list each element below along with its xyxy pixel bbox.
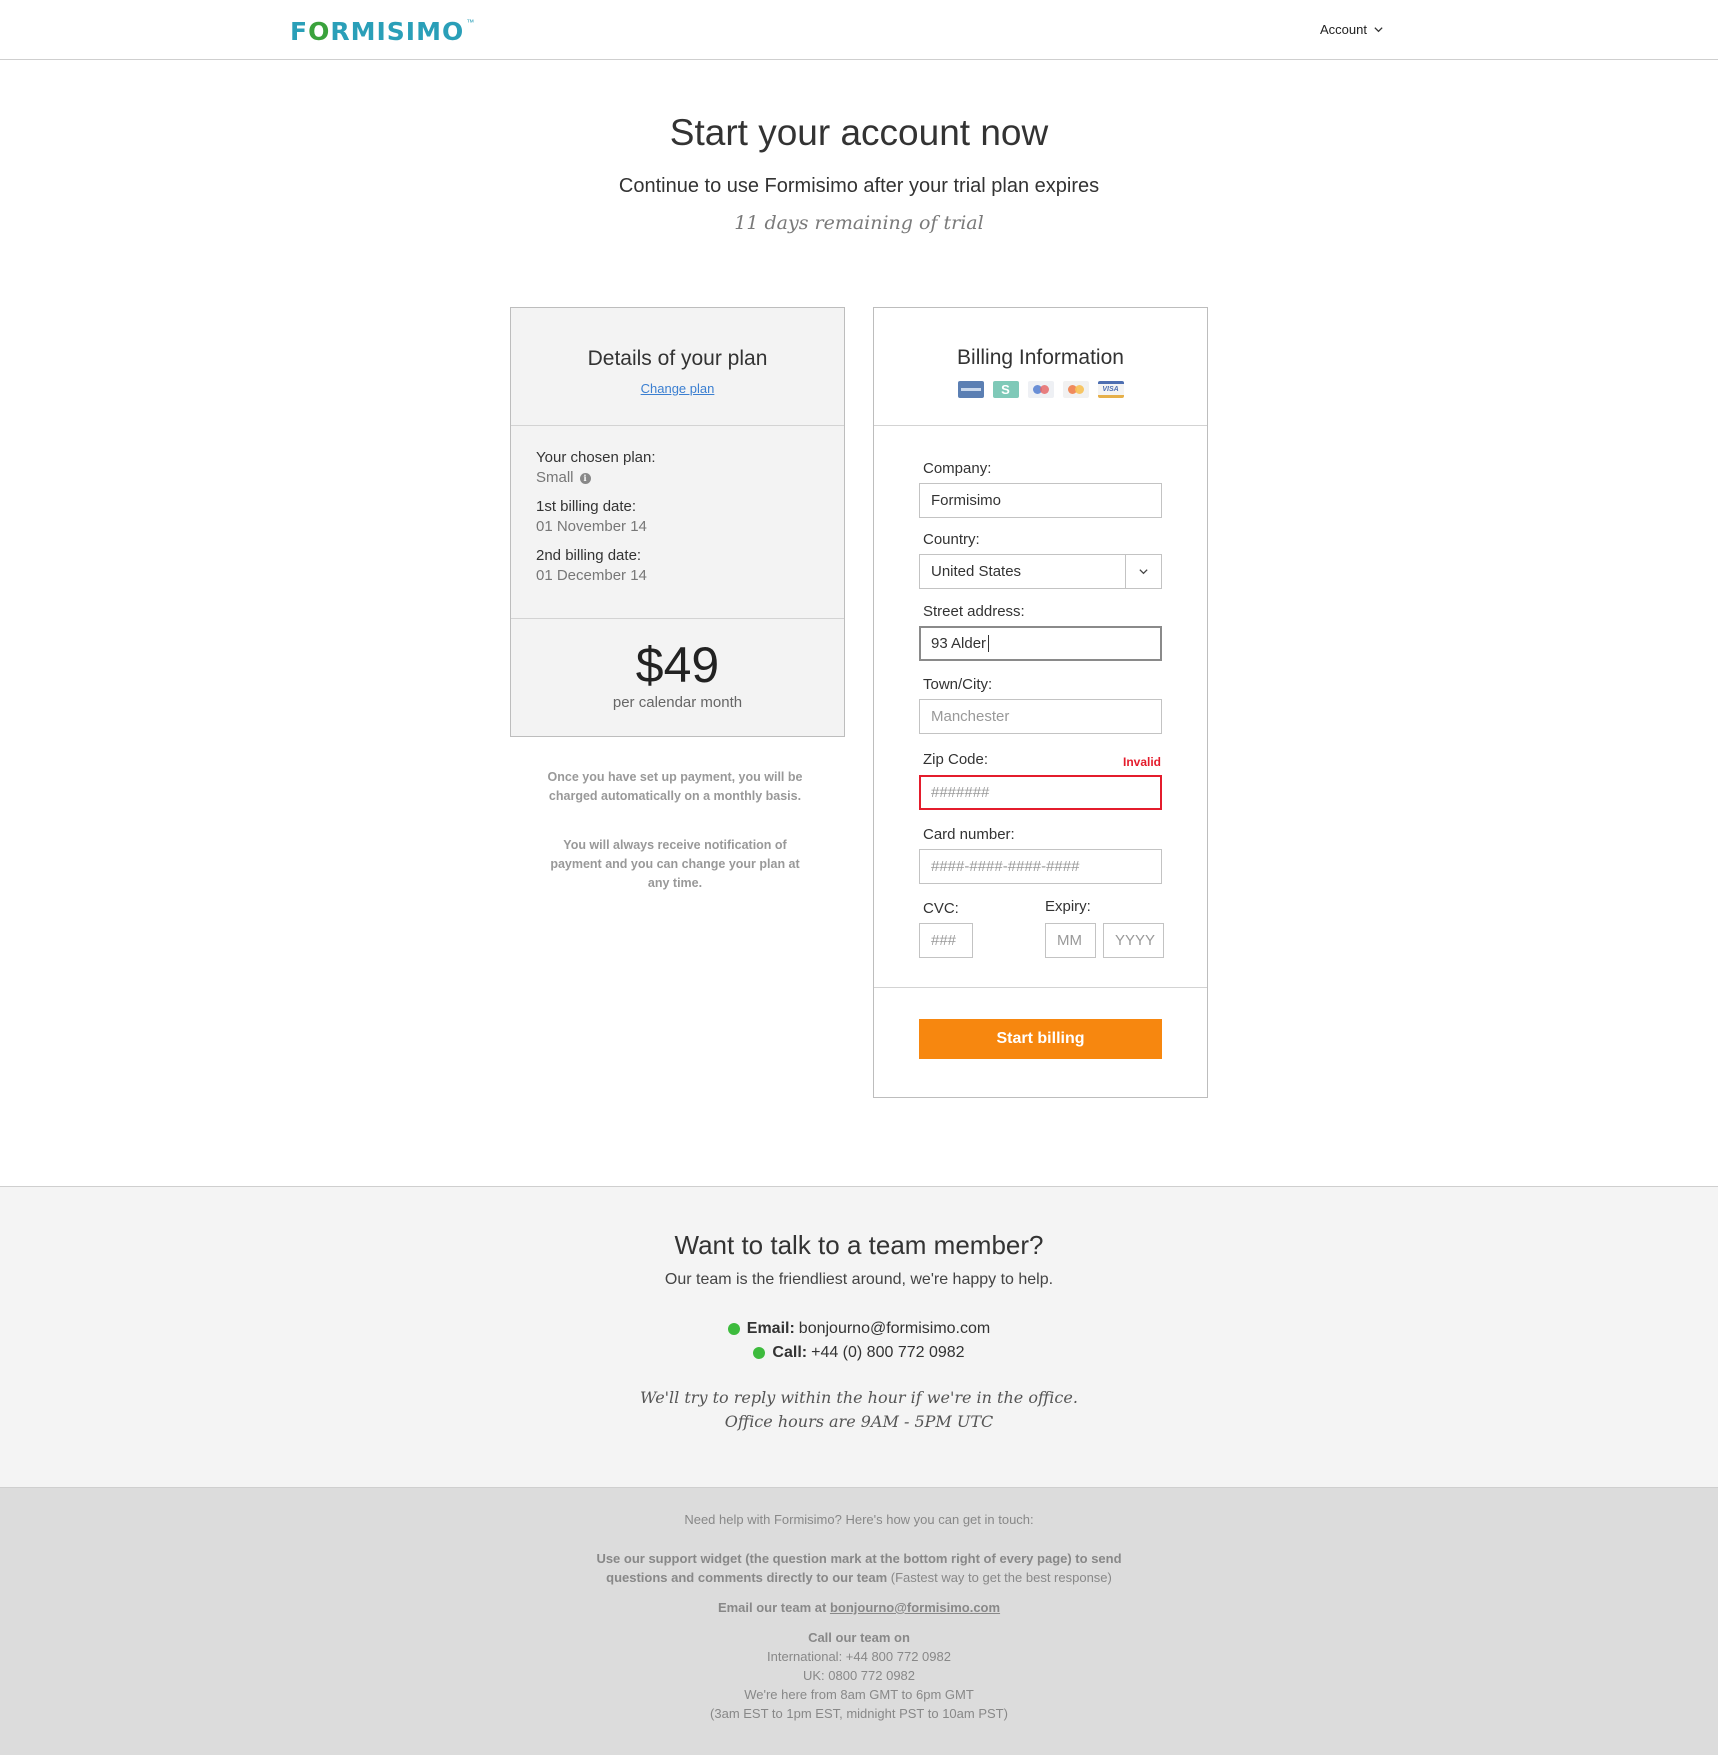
footer-email-prefix: Email our team at	[717, 1600, 827, 1615]
contact-email: Email: bonjourno@formisimo.com	[0, 1320, 1718, 1338]
plan-details-panel: Details of your plan Change plan Your ch…	[510, 307, 845, 737]
plan-summary: Your chosen plan: Small i 1st billing da…	[511, 426, 844, 619]
street-label: Street address:	[923, 603, 1025, 620]
footer-widget-note: (Fastest way to get the best response)	[890, 1570, 1112, 1585]
maestro-card-icon	[1027, 381, 1054, 398]
first-billing-value: 01 November 14	[536, 518, 647, 535]
footer-international: International: +44 800 772 0982	[767, 1649, 951, 1664]
card-number-label: Card number:	[923, 826, 1015, 843]
chosen-plan-value: Small i	[536, 468, 844, 488]
amex-card-icon	[957, 381, 984, 398]
accepted-cards	[874, 381, 1207, 398]
footer: Need help with Formisimo? Here's how you…	[0, 1488, 1718, 1755]
plan-title: Details of your plan	[587, 347, 768, 370]
second-billing-value: 01 December 14	[536, 567, 647, 584]
street-address-value: 93 Alder	[931, 635, 987, 652]
visa-card-icon	[1097, 381, 1124, 398]
footer-widget-bold: questions and comments directly to our t…	[606, 1570, 888, 1585]
street-address-field[interactable]: 93 Alder	[919, 626, 1162, 661]
zip-error-message: Invalid	[1123, 755, 1162, 769]
payment-note: Once you have set up payment, you will b…	[547, 770, 803, 803]
expiry-year-field[interactable]: YYYY	[1103, 923, 1164, 958]
town-field[interactable]: Manchester	[919, 699, 1162, 734]
mastercard-icon	[1062, 381, 1089, 398]
status-dot-icon	[727, 1323, 740, 1335]
email-label: Email:	[746, 1320, 795, 1337]
plan-header: Details of your plan Change plan	[511, 308, 844, 426]
chosen-plan-name: Small	[536, 469, 574, 486]
start-billing-button[interactable]: Start billing	[919, 1019, 1162, 1059]
contact-section: Want to talk to a team member? Our team …	[0, 1186, 1718, 1488]
town-label: Town/City:	[923, 676, 993, 693]
footer-call-heading: Call our team on	[808, 1630, 910, 1645]
logo-wordmark: FORMISIMO	[290, 16, 465, 46]
plan-period: per calendar month	[612, 694, 743, 711]
footer-email-line: Email our team at bonjourno@formisimo.co…	[0, 1600, 1718, 1615]
chevron-down-icon	[1374, 27, 1383, 33]
status-dot-icon	[753, 1347, 766, 1359]
company-label: Company:	[923, 460, 992, 477]
zip-label: Zip Code:	[923, 751, 989, 768]
footer-hours-other: (3am EST to 1pm EST, midnight PST to 10a…	[710, 1706, 1008, 1721]
switch-card-icon	[992, 381, 1019, 398]
reply-note: We'll try to reply within the hour if we…	[640, 1388, 1078, 1407]
expiry-month-field[interactable]: MM	[1045, 923, 1096, 958]
call-value[interactable]: +44 (0) 800 772 0982	[811, 1344, 964, 1362]
chevron-down-icon	[1139, 569, 1148, 575]
cvc-field[interactable]: ###	[919, 923, 973, 958]
select-arrow[interactable]	[1125, 555, 1161, 588]
card-number-field[interactable]: ####-####-####-####	[919, 849, 1162, 884]
office-hours: Office hours are 9AM - 5PM UTC	[724, 1412, 994, 1431]
top-navbar: FORMISIMO ™ Account	[0, 0, 1718, 60]
trial-remaining: 11 days remaining of trial	[734, 212, 984, 234]
country-value: United States	[931, 563, 1022, 580]
first-billing-label: 1st billing date:	[536, 498, 637, 515]
cvc-label: CVC:	[923, 900, 959, 917]
country-select[interactable]: United States	[919, 554, 1162, 589]
plan-price: $49	[635, 637, 720, 693]
company-field[interactable]: Formisimo	[919, 483, 1162, 518]
footer-widget-line-1: Use our support widget (the question mar…	[596, 1551, 1122, 1566]
footer-intro: Need help with Formisimo? Here's how you…	[684, 1512, 1034, 1527]
footer-hours: We're here from 8am GMT to 6pm GMT	[744, 1687, 974, 1702]
info-icon[interactable]: i	[579, 472, 591, 484]
page-title: Start your account now	[669, 112, 1049, 153]
email-value[interactable]: bonjourno@formisimo.com	[799, 1320, 990, 1338]
formisimo-logo[interactable]: FORMISIMO ™	[290, 16, 474, 46]
contact-title: Want to talk to a team member?	[674, 1230, 1044, 1260]
call-label: Call:	[772, 1344, 808, 1361]
billing-header: Billing Information	[874, 308, 1207, 426]
expiry-label: Expiry:	[1045, 898, 1091, 915]
page-subtitle: Continue to use Formisimo after your tri…	[618, 175, 1100, 197]
notification-note: You will always receive notification of …	[550, 838, 800, 890]
account-label: Account	[1320, 22, 1367, 37]
chosen-plan-label: Your chosen plan:	[536, 449, 656, 466]
zip-code-field[interactable]: #######	[919, 775, 1162, 810]
billing-divider	[874, 987, 1207, 988]
logo-trademark: ™	[466, 18, 475, 27]
contact-call: Call: +44 (0) 800 772 0982	[0, 1344, 1718, 1362]
billing-title: Billing Information	[957, 346, 1124, 369]
contact-subtitle: Our team is the friendliest around, we'r…	[664, 1271, 1054, 1288]
account-menu[interactable]: Account	[1320, 22, 1384, 37]
plan-price-box: $49 per calendar month	[511, 619, 844, 711]
second-billing-label: 2nd billing date:	[536, 547, 642, 564]
text-cursor	[988, 635, 990, 652]
footer-widget-line-2: questions and comments directly to our t…	[0, 1570, 1718, 1585]
footer-email-link[interactable]: bonjourno@formisimo.com	[830, 1600, 1000, 1615]
country-label: Country:	[923, 531, 980, 548]
change-plan-link[interactable]: Change plan	[641, 381, 715, 396]
footer-uk: UK: 0800 772 0982	[802, 1668, 916, 1683]
